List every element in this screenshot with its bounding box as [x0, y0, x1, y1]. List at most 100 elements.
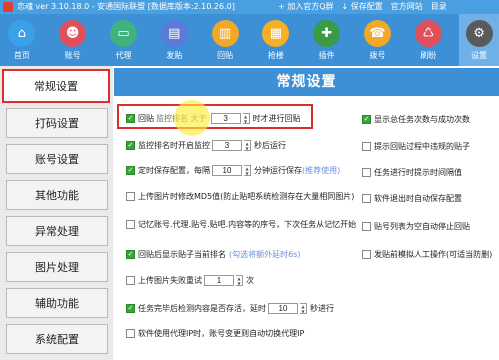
- empty-stop-label: 贴号列表为空自动停止回贴: [374, 222, 470, 231]
- md5-option[interactable]: 上传图片时修改MD5值(防止贴吧系统检测存在大量相同图片): [126, 191, 354, 202]
- monitor-delay-input[interactable]: [212, 140, 242, 151]
- sidebar-item-7[interactable]: 系统配置: [6, 324, 108, 354]
- upload-retry-checkbox[interactable]: [126, 276, 135, 285]
- upload-retry-option[interactable]: 上传图片失败重试 ▲▼ 次: [126, 275, 254, 286]
- exit-save-checkbox[interactable]: [362, 194, 371, 203]
- document-icon: ▤: [160, 20, 188, 47]
- empty-stop-checkbox[interactable]: [362, 222, 371, 231]
- remember-index-checkbox[interactable]: [126, 220, 135, 229]
- home-icon: ⌂: [8, 20, 36, 47]
- simulate-human-checkbox[interactable]: [362, 250, 371, 259]
- simulate-human-option[interactable]: 发贴前模拟人工操作(可适当防删): [362, 249, 492, 260]
- proxy-switch-label: 软件使用代理IP时，账号变更则自动切换代理IP: [138, 329, 305, 338]
- show-counts-label: 显示总任务次数与成功次数: [374, 115, 470, 124]
- join-qq-group-link[interactable]: + 加入官方Q群: [278, 0, 334, 14]
- monitor-delay-spinner[interactable]: ▲ ▼: [244, 140, 251, 151]
- toolbar-button-gear[interactable]: ⚙ 设置: [459, 14, 499, 66]
- toolbar-label: 回贴: [217, 51, 234, 60]
- toolbar-label: 设置: [471, 51, 488, 60]
- autosave-checkbox[interactable]: ✓: [126, 166, 135, 175]
- toolbar-label: 代理: [115, 51, 132, 60]
- proxy-switch-option[interactable]: 软件使用代理IP时，账号变更则自动切换代理IP: [126, 328, 304, 339]
- upload-retry-spinner[interactable]: ▲ ▼: [236, 275, 243, 286]
- phone-icon: ☎: [363, 20, 391, 47]
- upload-retry-label: 上传图片失败重试: [138, 276, 202, 285]
- proxy-switch-checkbox[interactable]: [126, 329, 135, 338]
- panel-title: 常规设置: [114, 68, 499, 96]
- puzzle-icon: ✚: [313, 20, 341, 47]
- remember-index-option[interactable]: 记忆账号.代理.贴号.贴吧.内容等的序号，下次任务从记忆开始: [126, 219, 356, 230]
- toolbar-button-building[interactable]: ▦ 抢楼: [256, 14, 296, 66]
- show-counts-option[interactable]: ✓ 显示总任务次数与成功次数: [362, 114, 470, 125]
- show-rank-checkbox[interactable]: ✓: [126, 250, 135, 259]
- sidebar-item-0[interactable]: 常规设置: [2, 69, 110, 103]
- sidebar-item-1[interactable]: 打码设置: [6, 108, 108, 138]
- sidebar-item-5[interactable]: 图片处理: [6, 252, 108, 282]
- cursor-highlight: [174, 100, 210, 136]
- interval-hint-option[interactable]: 任务进行时提示时间隔值: [362, 167, 462, 178]
- monitor-delay-checkbox[interactable]: ✓: [126, 141, 135, 150]
- autosave-spinner[interactable]: ▲ ▼: [244, 165, 251, 176]
- empty-stop-option[interactable]: 贴号列表为空自动停止回贴: [362, 221, 470, 232]
- toolbar-label: 账号: [64, 51, 81, 60]
- official-site-link[interactable]: 官方网站: [391, 0, 423, 14]
- toolbar-button-phone[interactable]: ☎ 拨号: [358, 14, 398, 66]
- toolbar-button-loop[interactable]: ♺ 刷盼: [408, 14, 448, 66]
- window-title: 恋魂 ver 3.10.18.0 - 安通国际联盟 [数据库版本:2.10.26…: [17, 2, 235, 11]
- exit-save-option[interactable]: 软件退出时自动保存配置: [362, 193, 462, 204]
- show-rank-option[interactable]: ✓ 回贴后显示贴子当前排名 (勾选将额外延时6s): [126, 249, 301, 260]
- sidebar-item-3[interactable]: 其他功能: [6, 180, 108, 210]
- toolbar-button-puzzle[interactable]: ✚ 插件: [307, 14, 347, 66]
- show-counts-checkbox[interactable]: ✓: [362, 115, 371, 124]
- upload-retry-input[interactable]: [204, 275, 234, 286]
- title-bar: 恋魂 ver 3.10.18.0 - 安通国际联盟 [数据库版本:2.10.26…: [0, 0, 499, 14]
- autosave-hint: (推荐使用): [302, 166, 341, 175]
- interval-hint-checkbox[interactable]: [362, 168, 371, 177]
- reply-doc-icon: ▥: [211, 20, 239, 47]
- alive-check-label: 任务完毕后检测内容是否存活，延时: [138, 304, 266, 313]
- monitor-delay-option[interactable]: ✓ 监控排名时开启监控 ▲▼ 秒后运行: [126, 140, 286, 151]
- alive-check-option[interactable]: ✓ 任务完毕后检测内容是否存活，延时 ▲▼ 秒进行: [126, 303, 334, 314]
- exit-save-label: 软件退出时自动保存配置: [374, 194, 462, 203]
- monitor-delay-label: 监控排名时开启监控: [138, 141, 210, 150]
- building-icon: ▦: [262, 20, 290, 47]
- sidebar-item-6[interactable]: 辅助功能: [6, 288, 108, 318]
- toolbar-label: 拨号: [369, 51, 386, 60]
- toolbar-label: 首页: [13, 51, 30, 60]
- toolbar-button-user[interactable]: ☻ 账号: [53, 14, 93, 66]
- interval-hint-label: 任务进行时提示时间隔值: [374, 168, 462, 177]
- toolbar-button-monitor[interactable]: ▭ 代理: [104, 14, 144, 66]
- autosave-suffix: 分钟运行保存: [254, 166, 302, 175]
- sidebar-item-4[interactable]: 异常处理: [6, 216, 108, 246]
- toolbar-label: 发贴: [166, 51, 183, 60]
- loop-icon: ♺: [414, 20, 442, 47]
- toolbar-button-home[interactable]: ⌂ 首页: [2, 14, 42, 66]
- toolbar-button-document[interactable]: ▤ 发贴: [154, 14, 194, 66]
- toolbar-label: 抢楼: [267, 51, 284, 60]
- save-config-link[interactable]: ↓ 保存配置: [342, 0, 383, 14]
- autosave-interval-input[interactable]: [212, 165, 242, 176]
- violation-hint-checkbox[interactable]: [362, 142, 371, 151]
- md5-label: 上传图片时修改MD5值(防止贴吧系统检测存在大量相同图片): [138, 192, 355, 201]
- sidebar-item-2[interactable]: 账号设置: [6, 144, 108, 174]
- show-rank-label: 回贴后显示贴子当前排名: [138, 250, 226, 259]
- monitor-delay-suffix: 秒后运行: [254, 141, 286, 150]
- alive-check-checkbox[interactable]: ✓: [126, 304, 135, 313]
- settings-panel: 常规设置 ✓ 回贴 监控排名 大于 ▲▼ 时才进行回贴 ✓ 监控排名时开启监控 …: [114, 66, 499, 360]
- violation-hint-option[interactable]: 提示回贴过程中违规的贴子: [362, 141, 470, 152]
- monitor-icon: ▭: [109, 20, 137, 47]
- directory-link[interactable]: 目录: [431, 0, 447, 14]
- alive-check-suffix: 秒进行: [310, 304, 334, 313]
- toolbar-label: 插件: [318, 51, 335, 60]
- simulate-human-label: 发贴前模拟人工操作(可适当防删): [374, 250, 493, 259]
- md5-checkbox[interactable]: [126, 192, 135, 201]
- violation-hint-label: 提示回贴过程中违规的贴子: [374, 142, 470, 151]
- main-toolbar: ⌂ 首页 ☻ 账号 ▭ 代理 ▤ 发贴 ▥ 回贴 ▦ 抢楼 ✚ 插件 ☎ 拨号 ♺ 刷盼 ⚙ 设置: [0, 14, 499, 66]
- alive-check-input[interactable]: [268, 303, 298, 314]
- toolbar-label: 刷盼: [420, 51, 437, 60]
- user-icon: ☻: [59, 20, 87, 47]
- alive-check-spinner[interactable]: ▲ ▼: [300, 303, 307, 314]
- upload-retry-suffix: 次: [246, 276, 254, 285]
- autosave-option[interactable]: ✓ 定时保存配置，每隔 ▲▼ 分钟运行保存 (推荐使用): [126, 165, 340, 176]
- toolbar-button-reply-doc[interactable]: ▥ 回贴: [205, 14, 245, 66]
